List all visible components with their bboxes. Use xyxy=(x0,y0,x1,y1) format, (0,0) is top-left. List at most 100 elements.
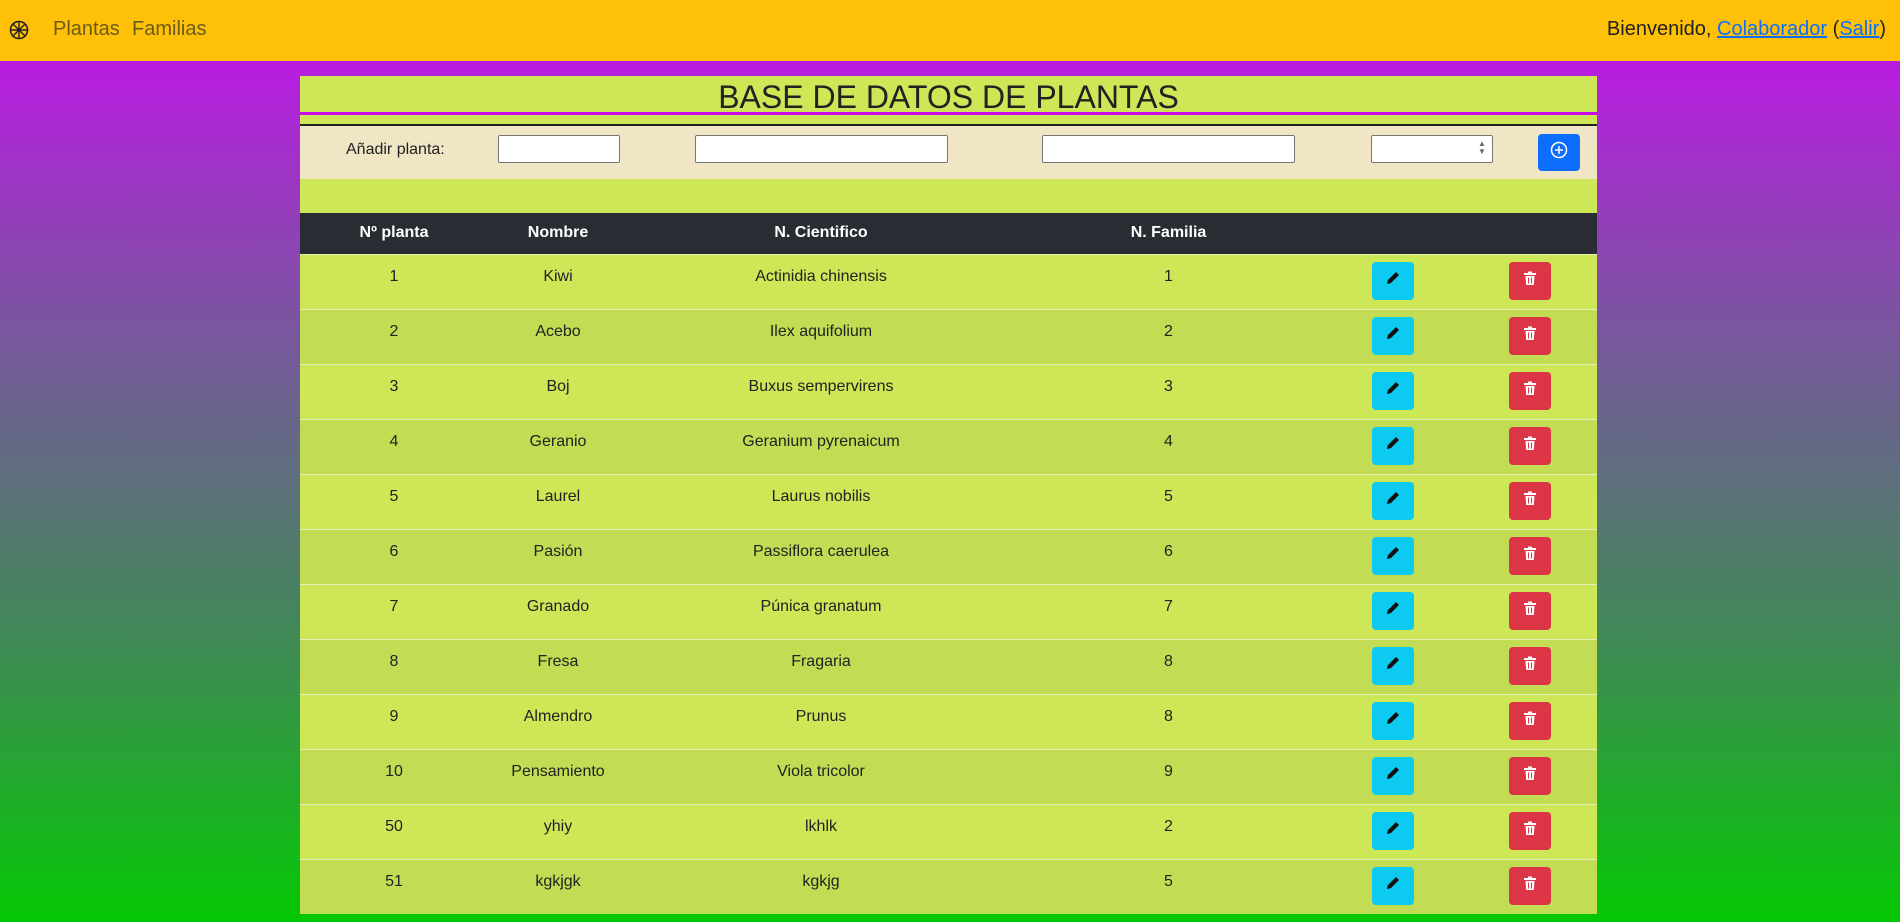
table-row: 50 yhiy lkhlk 2 xyxy=(300,804,1597,859)
delete-button[interactable] xyxy=(1509,756,1551,795)
pencil-icon xyxy=(1385,380,1401,401)
edit-button[interactable] xyxy=(1372,536,1414,575)
delete-button[interactable] xyxy=(1509,261,1551,300)
cell-edit xyxy=(1323,694,1463,749)
scientific-name-input[interactable] xyxy=(1042,135,1295,163)
spinner-arrows-icon[interactable]: ▲ ▼ xyxy=(1476,140,1488,158)
table-body: 1 Kiwi Actinidia chinensis 1 2 Acebo Ilex aqui… xyxy=(300,254,1597,914)
table-header-row: Nº planta Nombre N. Cientifico N. Famili… xyxy=(300,213,1597,254)
id-input[interactable] xyxy=(498,135,620,163)
delete-button[interactable] xyxy=(1509,811,1551,850)
cell-numero: 1 xyxy=(389,267,399,285)
name-input[interactable] xyxy=(695,135,948,163)
delete-button[interactable] xyxy=(1509,591,1551,630)
cell-delete xyxy=(1463,309,1597,364)
delete-button[interactable] xyxy=(1509,481,1551,520)
edit-button[interactable] xyxy=(1372,866,1414,905)
trash-icon xyxy=(1523,271,1537,291)
cell-nombre: yhiy xyxy=(543,817,573,835)
cell-cientifico: Geranium pyrenaicum xyxy=(742,432,900,450)
cell-edit xyxy=(1323,749,1463,804)
cell-familia: 2 xyxy=(1164,817,1173,835)
cell-nombre: Acebo xyxy=(535,322,581,340)
cell-nombre: kgkjgk xyxy=(535,872,581,890)
cell-nombre: Granado xyxy=(526,597,590,615)
trash-icon xyxy=(1523,766,1537,786)
delete-button[interactable] xyxy=(1509,316,1551,355)
pencil-icon xyxy=(1385,655,1401,676)
cell-nombre: Kiwi xyxy=(543,267,573,285)
cell-familia: 8 xyxy=(1164,652,1173,670)
page-title: BASE DE DATOS DE PLANTAS xyxy=(718,79,1179,115)
table-row: 5 Laurel Laurus nobilis 5 xyxy=(300,474,1597,529)
cell-edit xyxy=(1323,804,1463,859)
edit-button[interactable] xyxy=(1372,701,1414,740)
add-plant-button[interactable] xyxy=(1538,134,1580,171)
cell-numero: 8 xyxy=(389,652,399,670)
col-header-numero: Nº planta xyxy=(359,224,429,242)
add-plant-form: Añadir planta: ▲ ▼ xyxy=(300,124,1597,179)
cell-familia: 3 xyxy=(1164,377,1173,395)
cell-edit xyxy=(1323,309,1463,364)
cell-familia: 5 xyxy=(1164,872,1173,890)
cell-cientifico: Actinidia chinensis xyxy=(755,267,887,285)
cell-numero: 50 xyxy=(385,817,403,835)
pencil-icon xyxy=(1385,270,1401,291)
nav-link-familias[interactable]: Familias xyxy=(132,18,206,41)
cell-numero: 51 xyxy=(385,872,403,890)
edit-button[interactable] xyxy=(1372,481,1414,520)
cell-cientifico: Viola tricolor xyxy=(777,762,865,780)
cell-delete xyxy=(1463,419,1597,474)
cell-familia: 8 xyxy=(1164,707,1173,725)
delete-button[interactable] xyxy=(1509,536,1551,575)
welcome-message: Bienvenido, Colaborador (Salir) xyxy=(1607,18,1886,41)
trash-icon xyxy=(1523,711,1537,731)
pencil-icon xyxy=(1385,600,1401,621)
user-link[interactable]: Colaborador xyxy=(1717,18,1827,40)
cell-familia: 2 xyxy=(1164,322,1173,340)
edit-button[interactable] xyxy=(1372,756,1414,795)
cell-cientifico: Laurus nobilis xyxy=(771,487,871,505)
edit-button[interactable] xyxy=(1372,646,1414,685)
trash-icon xyxy=(1523,546,1537,566)
trash-icon xyxy=(1523,491,1537,511)
cell-delete xyxy=(1463,639,1597,694)
trash-icon xyxy=(1523,656,1537,676)
edit-button[interactable] xyxy=(1372,591,1414,630)
cell-nombre: Almendro xyxy=(523,707,593,725)
logout-link[interactable]: Salir xyxy=(1839,18,1879,40)
trash-icon xyxy=(1523,821,1537,841)
pencil-icon xyxy=(1385,325,1401,346)
title-bar: BASE DE DATOS DE PLANTAS xyxy=(300,76,1597,115)
edit-button[interactable] xyxy=(1372,371,1414,410)
cell-edit xyxy=(1323,474,1463,529)
cell-edit xyxy=(1323,859,1463,914)
nav-link-plantas[interactable]: Plantas xyxy=(53,18,120,41)
delete-button[interactable] xyxy=(1509,701,1551,740)
family-number-input[interactable]: ▲ ▼ xyxy=(1371,135,1493,163)
plus-circle-icon xyxy=(1550,141,1568,164)
trash-icon xyxy=(1523,326,1537,346)
cell-numero: 3 xyxy=(389,377,399,395)
delete-button[interactable] xyxy=(1509,426,1551,465)
table-row: 9 Almendro Prunus 8 xyxy=(300,694,1597,749)
edit-button[interactable] xyxy=(1372,316,1414,355)
cell-cientifico: Púnica granatum xyxy=(760,597,882,615)
edit-button[interactable] xyxy=(1372,811,1414,850)
cell-numero: 7 xyxy=(389,597,399,615)
cell-nombre: Geranio xyxy=(529,432,587,450)
cell-familia: 9 xyxy=(1164,762,1173,780)
wheel-icon[interactable] xyxy=(9,20,29,40)
table-row: 6 Pasión Passiflora caerulea 6 xyxy=(300,529,1597,584)
delete-button[interactable] xyxy=(1509,371,1551,410)
edit-button[interactable] xyxy=(1372,261,1414,300)
col-header-cientifico: N. Cientifico xyxy=(774,224,868,242)
cell-nombre: Pasión xyxy=(533,542,583,560)
edit-button[interactable] xyxy=(1372,426,1414,465)
delete-button[interactable] xyxy=(1509,646,1551,685)
cell-familia: 6 xyxy=(1164,542,1173,560)
cell-familia: 4 xyxy=(1164,432,1173,450)
table-row: 2 Acebo Ilex aquifolium 2 xyxy=(300,309,1597,364)
cell-familia: 7 xyxy=(1164,597,1173,615)
delete-button[interactable] xyxy=(1509,866,1551,905)
